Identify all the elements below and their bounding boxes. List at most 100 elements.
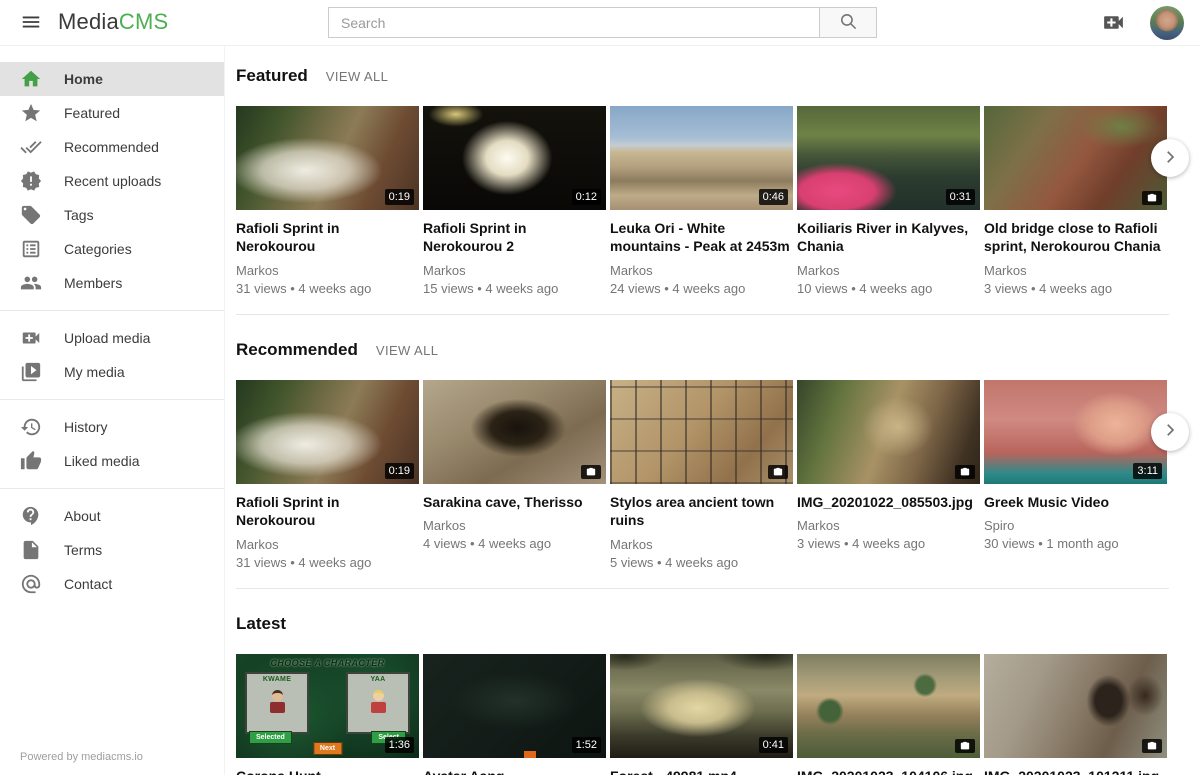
media-thumbnail[interactable]: 0:19 (236, 380, 419, 484)
media-card[interactable]: IMG_20201022_085503.jpg Markos 3 views •… (797, 380, 980, 570)
media-card[interactable]: 3:11 Greek Music Video Spiro 30 views • … (984, 380, 1167, 570)
media-card[interactable]: 0:19 Rafioli Sprint in Nerokourou Markos… (236, 380, 419, 570)
media-meta: 31 views • 4 weeks ago (236, 281, 419, 296)
upload-media-icon[interactable] (1100, 10, 1126, 36)
media-author[interactable]: Markos (236, 263, 419, 278)
sidebar-item-label: About (64, 508, 101, 524)
duration-badge: 3:11 (1133, 463, 1162, 479)
media-title[interactable]: Avatar Aang (423, 767, 606, 775)
sidebar-item-members[interactable]: Members (0, 266, 224, 300)
media-title[interactable]: Leuka Ori - White mountains - Peak at 24… (610, 219, 793, 256)
media-meta: 3 views • 4 weeks ago (984, 281, 1167, 296)
thumb-game-character-name: YAA (348, 676, 408, 683)
search-input[interactable] (328, 7, 820, 38)
media-thumbnail[interactable]: 0:41 (610, 654, 793, 758)
sidebar-item-tags[interactable]: Tags (0, 198, 224, 232)
media-thumbnail[interactable]: 1:52 (423, 654, 606, 758)
media-card[interactable]: 0:41 Forest - 49981.mp4 test 17 views • … (610, 654, 793, 775)
media-card[interactable]: 1:52 Avatar Aang Dickson Jr. 12 views • … (423, 654, 606, 775)
media-title[interactable]: IMG_20201022_085503.jpg (797, 493, 980, 511)
media-author[interactable]: Markos (610, 537, 793, 552)
sidebar-item-label: Recent uploads (64, 173, 161, 189)
sidebar-item-featured[interactable]: Featured (0, 96, 224, 130)
sidebar-item-recent-uploads[interactable]: Recent uploads (0, 164, 224, 198)
sidebar-item-label: History (64, 419, 108, 435)
media-meta: 4 views • 4 weeks ago (423, 536, 606, 551)
media-thumbnail[interactable] (984, 654, 1167, 758)
media-thumbnail[interactable]: 3:11 (984, 380, 1167, 484)
duration-badge: 0:46 (759, 189, 788, 205)
media-title[interactable]: Forest - 49981.mp4 (610, 767, 793, 775)
media-card[interactable]: 0:12 Rafioli Sprint in Nerokourou 2 Mark… (423, 106, 606, 296)
media-thumbnail[interactable] (610, 380, 793, 484)
media-title[interactable]: Rafioli Sprint in Nerokourou (236, 493, 419, 530)
media-author[interactable]: Markos (236, 537, 419, 552)
sidebar-item-categories[interactable]: Categories (0, 232, 224, 266)
sidebar-item-history[interactable]: History (0, 410, 224, 444)
media-card[interactable]: 0:31 Koiliaris River in Kalyves, Chania … (797, 106, 980, 296)
search-button[interactable] (820, 7, 877, 38)
media-thumbnail[interactable] (797, 380, 980, 484)
media-author[interactable]: Markos (423, 518, 606, 533)
media-card[interactable]: Sarakina cave, Therisso Markos 4 views •… (423, 380, 606, 570)
card-row: 0:19 Rafioli Sprint in Nerokourou Markos… (236, 106, 1169, 296)
chevron-right-icon (1161, 148, 1179, 169)
section-title: Latest (236, 614, 286, 634)
media-card[interactable]: IMG_20201023_104106.jpg Markos 4 views •… (797, 654, 980, 775)
media-card[interactable]: Stylos area ancient town ruins Markos 5 … (610, 380, 793, 570)
media-thumbnail[interactable] (984, 106, 1167, 210)
media-title[interactable]: Greek Music Video (984, 493, 1167, 511)
sidebar-item-about[interactable]: About (0, 499, 224, 533)
sidebar-item-contact[interactable]: Contact (0, 567, 224, 601)
media-thumbnail[interactable]: 0:46 (610, 106, 793, 210)
home-icon (20, 68, 42, 90)
media-title[interactable]: Old bridge close to Rafioli sprint, Nero… (984, 219, 1167, 256)
media-card[interactable]: 0:19 Rafioli Sprint in Nerokourou Markos… (236, 106, 419, 296)
media-title[interactable]: Rafioli Sprint in Nerokourou 2 (423, 219, 606, 256)
sidebar-item-upload-media[interactable]: Upload media (0, 321, 224, 355)
sidebar-item-terms[interactable]: Terms (0, 533, 224, 567)
media-title[interactable]: Koiliaris River in Kalyves, Chania (797, 219, 980, 256)
thumb-game-next-button: Next (313, 742, 342, 755)
sidebar-item-liked-media[interactable]: Liked media (0, 444, 224, 478)
media-card[interactable]: IMG_20201023_101211.jpg Markos 4 views •… (984, 654, 1167, 775)
media-title[interactable]: Corona Hunt (236, 767, 419, 775)
media-card[interactable]: CHOOSE A CHARACTER KWAME YAA Selected Ne… (236, 654, 419, 775)
media-title[interactable]: Rafioli Sprint in Nerokourou (236, 219, 419, 256)
media-author[interactable]: Markos (423, 263, 606, 278)
media-title[interactable]: Stylos area ancient town ruins (610, 493, 793, 530)
media-title[interactable]: IMG_20201023_101211.jpg (984, 767, 1167, 775)
sidebar-item-my-media[interactable]: My media (0, 355, 224, 389)
camera-icon (581, 465, 601, 479)
user-avatar[interactable] (1150, 6, 1184, 40)
media-author[interactable]: Markos (610, 263, 793, 278)
media-thumbnail[interactable]: 0:31 (797, 106, 980, 210)
sidebar-item-recommended[interactable]: Recommended (0, 130, 224, 164)
carousel-next-button[interactable] (1151, 139, 1189, 177)
logo-part2: CMS (119, 9, 169, 34)
view-all-link[interactable]: VIEW ALL (376, 343, 438, 358)
video-call-icon (20, 327, 42, 349)
media-author[interactable]: Markos (797, 518, 980, 533)
media-thumbnail[interactable] (797, 654, 980, 758)
media-thumbnail[interactable]: 0:19 (236, 106, 419, 210)
media-thumbnail[interactable]: 0:12 (423, 106, 606, 210)
view-all-link[interactable]: VIEW ALL (326, 69, 388, 84)
duration-badge: 0:12 (572, 189, 601, 205)
media-author[interactable]: Markos (797, 263, 980, 278)
media-author[interactable]: Spiro (984, 518, 1167, 533)
media-title[interactable]: IMG_20201023_104106.jpg (797, 767, 980, 775)
media-author[interactable]: Markos (984, 263, 1167, 278)
hamburger-menu-icon[interactable] (14, 8, 48, 38)
media-thumbnail[interactable]: CHOOSE A CHARACTER KWAME YAA Selected Ne… (236, 654, 419, 758)
media-title[interactable]: Sarakina cave, Therisso (423, 493, 606, 511)
media-card[interactable]: Old bridge close to Rafioli sprint, Nero… (984, 106, 1167, 296)
media-card[interactable]: 0:46 Leuka Ori - White mountains - Peak … (610, 106, 793, 296)
carousel-next-button[interactable] (1151, 413, 1189, 451)
thumb-game-header-text: CHOOSE A CHARACTER (236, 658, 419, 668)
logo-part1: Media (58, 9, 119, 34)
sidebar-item-home[interactable]: Home (0, 62, 224, 96)
app-logo[interactable]: MediaCMS (58, 9, 168, 35)
thumb-logo-chip (524, 751, 536, 758)
media-thumbnail[interactable] (423, 380, 606, 484)
